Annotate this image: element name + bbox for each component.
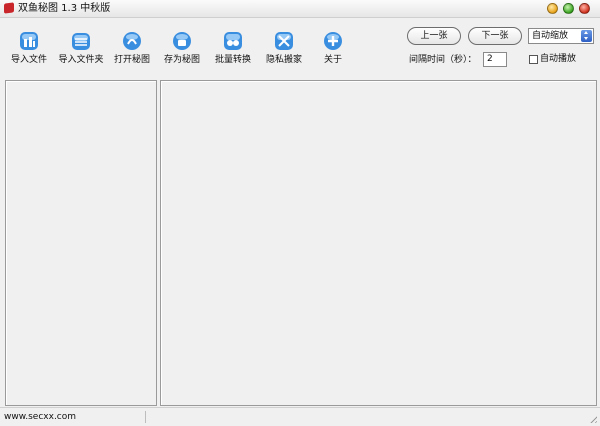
open-secret-image-icon: [123, 32, 141, 50]
save-secret-image-label: 存为秘图: [163, 55, 200, 65]
next-image-button[interactable]: 下一张: [468, 27, 522, 45]
batch-convert-icon: [224, 32, 242, 50]
about-button[interactable]: 关于: [320, 30, 346, 72]
select-arrows-icon[interactable]: [581, 30, 592, 42]
save-secret-image-icon: [173, 32, 191, 50]
import-file-icon: [20, 32, 38, 50]
about-icon: [324, 32, 342, 50]
import-file-label: 导入文件: [10, 55, 47, 65]
batch-convert-button[interactable]: 批量转换: [213, 30, 253, 72]
previous-image-button[interactable]: 上一张: [407, 27, 461, 45]
window-title: 双鱼秘图 1.3 中秋版: [18, 3, 111, 14]
image-preview-panel[interactable]: [160, 80, 597, 406]
zoom-mode-select[interactable]: 自动缩放: [528, 28, 594, 44]
zoom-mode-value: 自动缩放: [532, 31, 569, 41]
open-secret-image-label: 打开秘图: [113, 55, 150, 65]
interval-label: 间隔时间（秒）：: [409, 55, 477, 65]
privacy-move-icon: [275, 32, 293, 50]
import-folder-button[interactable]: 导入文件夹: [56, 30, 106, 72]
minimize-button[interactable]: [547, 3, 558, 14]
resize-grip-icon[interactable]: [588, 414, 597, 423]
import-folder-label: 导入文件夹: [58, 55, 104, 65]
privacy-move-button[interactable]: 隐私搬家: [264, 30, 304, 72]
app-icon: [4, 2, 14, 14]
about-label: 关于: [323, 55, 342, 65]
import-file-button[interactable]: 导入文件: [8, 30, 50, 72]
save-secret-image-button[interactable]: 存为秘图: [162, 30, 202, 72]
maximize-button[interactable]: [563, 3, 574, 14]
autoplay-checkbox[interactable]: [529, 55, 538, 64]
status-divider: [145, 411, 146, 423]
file-list-panel[interactable]: [5, 80, 157, 406]
title-bar: 双鱼秘图 1.3 中秋版: [0, 0, 600, 18]
close-button[interactable]: [579, 3, 590, 14]
batch-convert-label: 批量转换: [214, 55, 251, 65]
status-bar: www.secxx.com: [0, 407, 600, 426]
import-folder-icon: [72, 33, 90, 50]
privacy-move-label: 隐私搬家: [265, 55, 302, 65]
open-secret-image-button[interactable]: 打开秘图: [112, 30, 152, 72]
autoplay-label[interactable]: 自动播放: [540, 53, 576, 65]
interval-input[interactable]: 2: [483, 52, 507, 67]
status-website: www.secxx.com: [4, 412, 77, 422]
